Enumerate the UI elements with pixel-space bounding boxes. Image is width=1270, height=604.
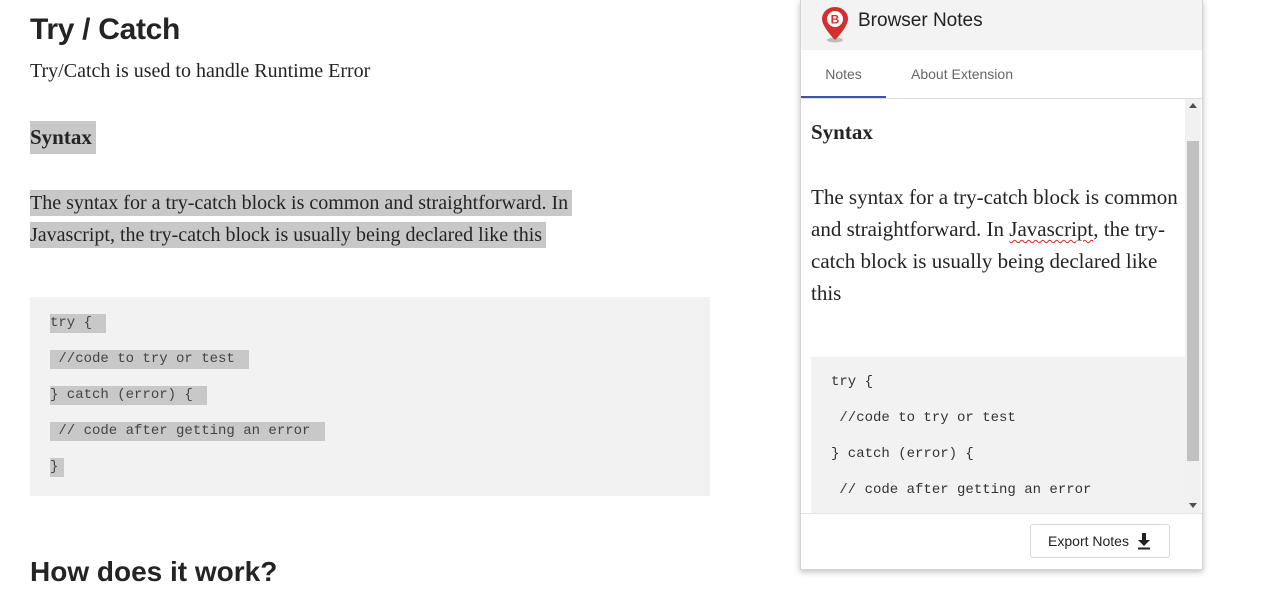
page-title: Try / Catch (30, 13, 181, 46)
section-heading: How does it work? (30, 556, 278, 587)
export-notes-label: Export Notes (1048, 533, 1129, 549)
scroll-down-arrow-icon[interactable] (1189, 503, 1197, 508)
note-code-line: try { (831, 374, 874, 390)
note-code-line: } catch (error) { (831, 446, 974, 462)
popup-title: Browser Notes (858, 10, 983, 31)
intro-text: Try/Catch is used to handle Runtime Erro… (30, 60, 371, 82)
browser-notes-popup: B Browser Notes Notes About Extension Sy… (800, 0, 1203, 570)
code-line: } catch (error) { (50, 386, 208, 405)
download-icon (1137, 533, 1150, 550)
note-heading: Syntax (811, 120, 873, 144)
code-line: } (50, 458, 65, 477)
paragraph-line-1: The syntax for a try-catch block is comm… (30, 190, 573, 216)
popup-header: B Browser Notes (801, 0, 1202, 50)
note-paragraph: The syntax for a try-catch block is comm… (811, 181, 1183, 309)
export-notes-button[interactable]: Export Notes (1030, 524, 1170, 558)
logo-letter: B (831, 13, 840, 27)
code-line: // code after getting an error (50, 422, 325, 441)
note-code-line: //code to try or test (831, 410, 1016, 426)
code-line: //code to try or test (50, 350, 250, 369)
tab-bar: Notes About Extension (801, 50, 1202, 99)
vertical-scrollbar[interactable] (1185, 99, 1201, 513)
popup-footer: Export Notes (801, 513, 1202, 570)
tab-about-extension[interactable]: About Extension (897, 50, 1027, 98)
note-editor[interactable]: Syntax The syntax for a try-catch block … (801, 99, 1185, 513)
misspelled-word: Javascript (1009, 217, 1094, 241)
scrollbar-thumb[interactable] (1187, 141, 1199, 461)
tab-notes[interactable]: Notes (801, 50, 886, 98)
scroll-up-arrow-icon[interactable] (1189, 103, 1197, 108)
code-block: try { //code to try or test } catch (err… (30, 297, 710, 496)
note-code-line: // code after getting an error (831, 482, 1092, 498)
browser-notes-logo-icon: B (822, 7, 848, 43)
paragraph-line-2: Javascript, the try-catch block is usual… (30, 222, 547, 248)
code-line: try { (50, 314, 107, 333)
syntax-heading-selected: Syntax (30, 121, 96, 154)
note-code-block: try { //code to try or test } catch (err… (811, 357, 1185, 513)
syntax-paragraph-selected: The syntax for a try-catch block is comm… (30, 187, 635, 251)
